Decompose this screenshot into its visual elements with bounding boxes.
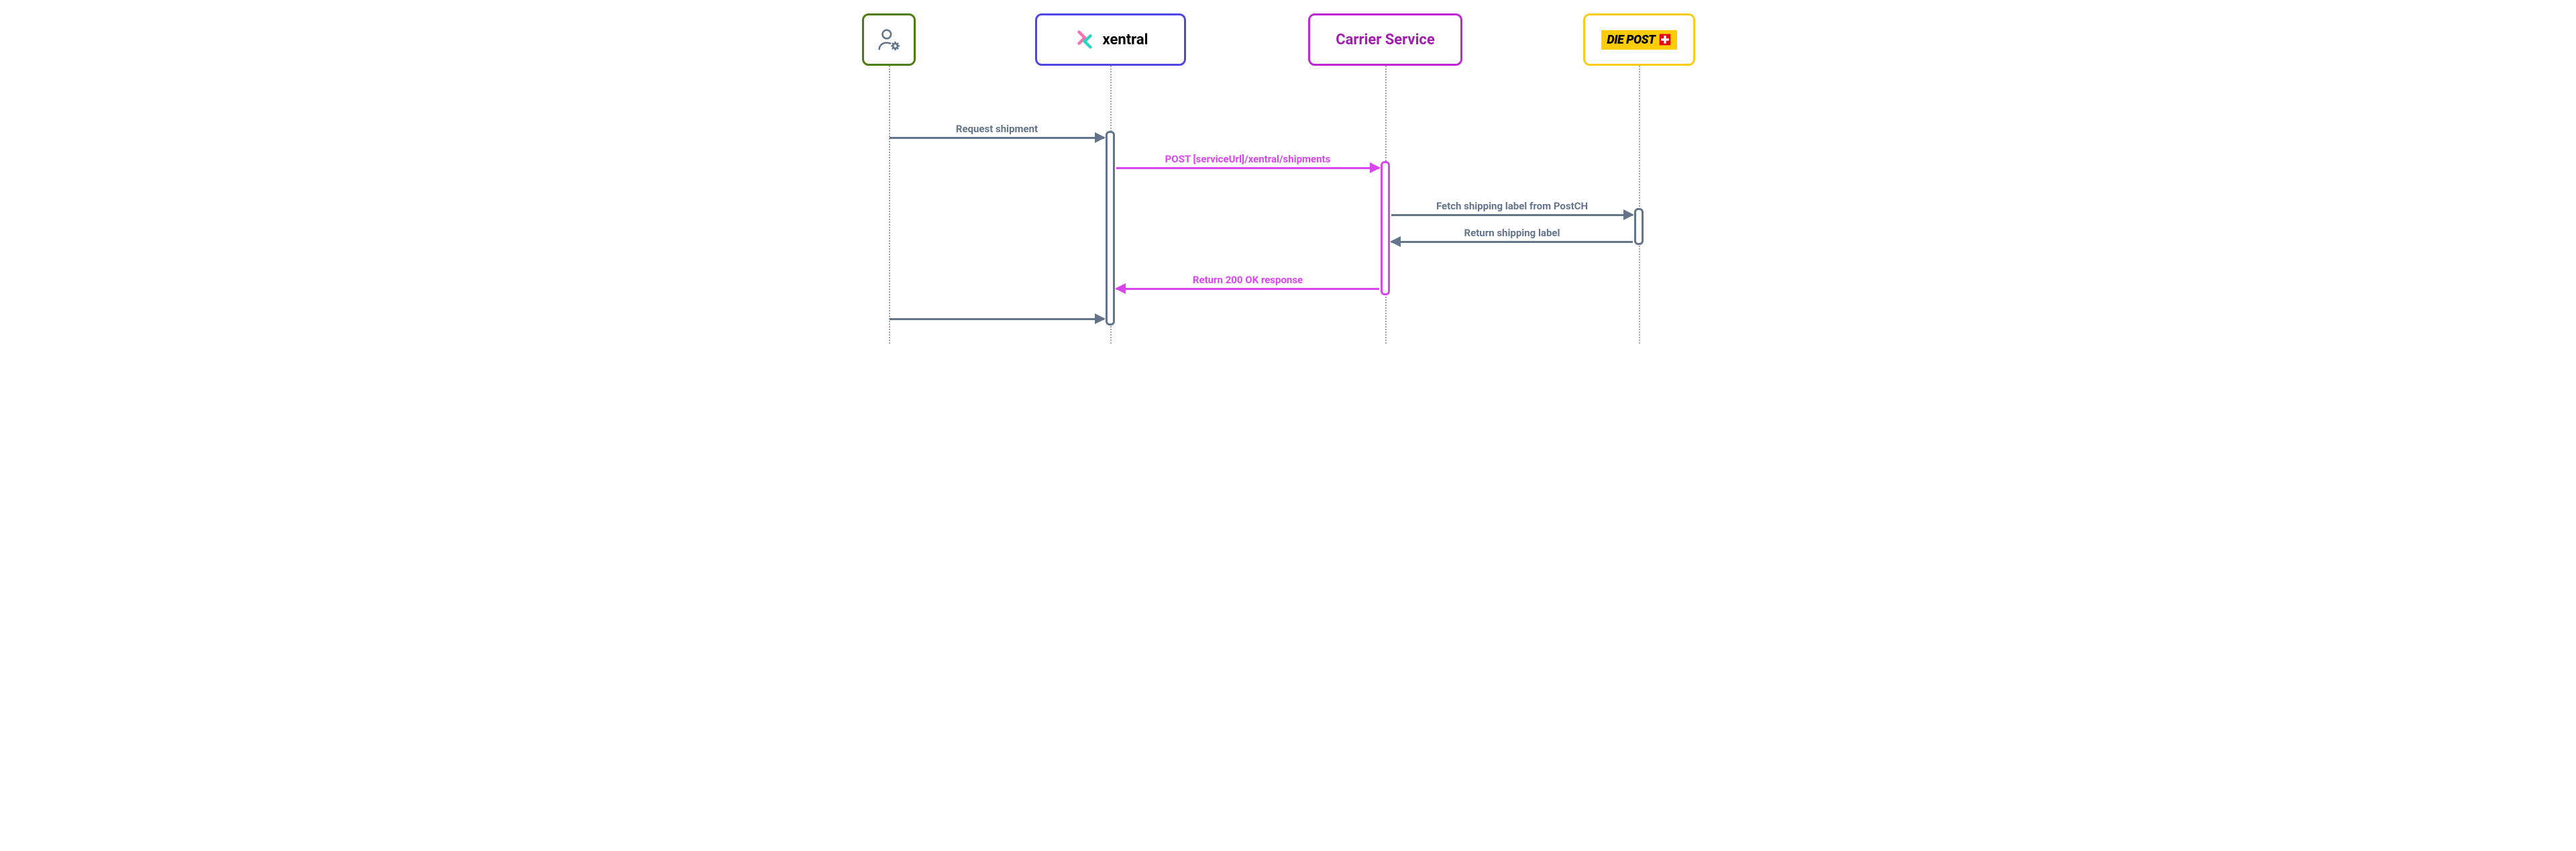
- swiss-cross-icon: [1658, 33, 1672, 46]
- xentral-logo-icon: [1073, 28, 1096, 51]
- diepost-logo: DIE POST: [1601, 30, 1676, 50]
- participant-user: [862, 13, 916, 66]
- activation-xentral: [1106, 131, 1115, 326]
- participant-carrier: Carrier Service: [1308, 13, 1462, 66]
- activation-diepost: [1634, 208, 1644, 245]
- activation-carrier: [1381, 161, 1390, 295]
- lifeline-user: [889, 66, 890, 344]
- participant-diepost-label: DIE POST: [1607, 33, 1655, 47]
- participant-xentral-label: xentral: [1103, 32, 1148, 48]
- lifeline-diepost: [1639, 66, 1640, 344]
- participant-diepost: DIE POST: [1583, 13, 1695, 66]
- participant-carrier-label: Carrier Service: [1336, 32, 1435, 48]
- user-gear-icon: [876, 27, 902, 52]
- label-return-200: Return 200 OK response: [1116, 274, 1379, 286]
- label-fetch-label: Fetch shipping label from PostCH: [1391, 200, 1633, 212]
- participant-xentral: xentral: [1035, 13, 1186, 66]
- label-request-shipment: Request shipment: [890, 123, 1104, 135]
- label-post-shipments: POST [serviceUrl]/xentral/shipments: [1116, 153, 1379, 165]
- label-return-label: Return shipping label: [1391, 227, 1633, 239]
